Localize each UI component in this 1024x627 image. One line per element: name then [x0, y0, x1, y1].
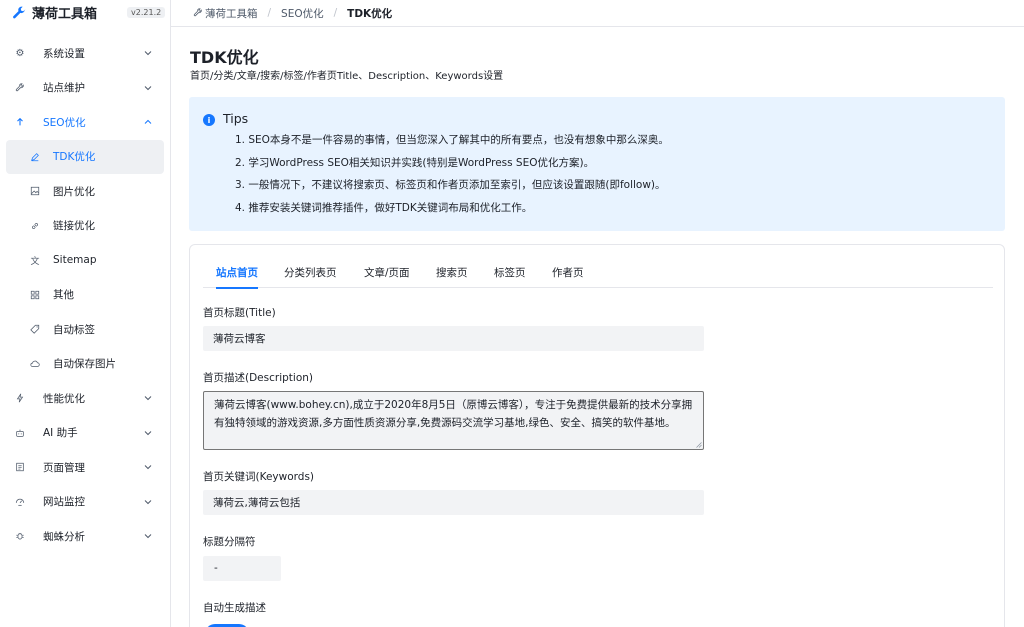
- keywords-input[interactable]: [203, 490, 704, 515]
- sidebar-item-system-settings[interactable]: ⚙ 系统设置: [0, 36, 170, 71]
- tab-bar: 站点首页 分类列表页 文章/页面 搜索页 标签页 作者页: [203, 259, 993, 289]
- sidebar-item-tdk[interactable]: TDK优化: [6, 139, 164, 174]
- sidebar-item-label: 自动标签: [53, 323, 95, 336]
- version-badge: v2.21.2: [127, 7, 166, 18]
- breadcrumb-current: TDK优化: [347, 7, 393, 20]
- resize-handle-icon[interactable]: [696, 442, 702, 448]
- breadcrumb-separator: /: [333, 7, 338, 19]
- translate-icon: 文: [30, 256, 40, 267]
- sidebar-item-label: 系统设置: [43, 47, 85, 60]
- auto-description-label: 自动生成描述: [203, 602, 266, 614]
- tab-author[interactable]: 作者页: [552, 265, 584, 288]
- sidebar-item-site-monitor[interactable]: 网站监控: [0, 485, 170, 520]
- tips-title: Tips: [223, 111, 249, 126]
- breadcrumb-parent[interactable]: SEO优化: [281, 6, 324, 21]
- sidebar-item-other[interactable]: 其他: [0, 278, 170, 313]
- sidebar-item-ai-assistant[interactable]: AI 助手: [0, 416, 170, 451]
- robot-icon: [14, 427, 26, 439]
- tab-home[interactable]: 站点首页: [216, 265, 258, 289]
- gear-icon: ⚙: [15, 47, 25, 59]
- sidebar-item-label: AI 助手: [43, 427, 78, 440]
- sidebar-item-label: 页面管理: [43, 461, 85, 474]
- sidebar-item-label: 链接优化: [53, 220, 95, 233]
- title-input[interactable]: [203, 326, 704, 351]
- info-icon: i: [203, 114, 215, 126]
- tips-item: 3. 一般情况下，不建议将搜索页、标签页和作者页添加至索引，但应该设置跟随(即f…: [235, 179, 666, 191]
- sidebar-item-label: TDK优化: [53, 151, 96, 164]
- arrow-up-icon: [14, 116, 26, 128]
- tab-search[interactable]: 搜索页: [436, 265, 468, 288]
- description-field-label: 首页描述(Description): [203, 372, 313, 384]
- tab-tag[interactable]: 标签页: [494, 265, 526, 288]
- tips-item: 4. 推荐安装关键词推荐插件，做好TDK关键词布局和优化工作。: [235, 201, 533, 214]
- keywords-field-label: 首页关键词(Keywords): [203, 471, 315, 483]
- sidebar-item-label: 图片优化: [53, 185, 95, 198]
- sidebar-item-label: 其他: [53, 289, 74, 302]
- sidebar: 薄荷工具箱 v2.21.2 ⚙ 系统设置 站点维护 SEO优化 TDK优化 图片…: [0, 0, 171, 627]
- pen-icon: [29, 151, 41, 163]
- file-icon: [14, 461, 26, 473]
- chevron-down-icon: [144, 51, 152, 56]
- separator-field-label: 标题分隔符: [203, 536, 256, 548]
- chevron-down-icon: [144, 534, 152, 539]
- description-textarea[interactable]: 薄荷云博客(www.bohey.cn),成立于2020年8月5日（原博云博客），…: [203, 391, 704, 450]
- brand-name: 薄荷工具箱: [32, 7, 98, 22]
- sidebar-item-label: 蜘蛛分析: [43, 530, 85, 543]
- sidebar-item-link-optimize[interactable]: 链接优化: [0, 209, 170, 244]
- wrench-icon: [193, 8, 202, 17]
- monitor-icon: [14, 496, 26, 508]
- bolt-icon: [14, 392, 26, 404]
- breadcrumb: 薄荷工具箱 / SEO优化 / TDK优化: [171, 0, 1024, 27]
- tab-category[interactable]: 分类列表页: [284, 265, 337, 288]
- chevron-down-icon: [144, 499, 152, 504]
- sidebar-item-spider-analysis[interactable]: 蜘蛛分析: [0, 519, 170, 554]
- image-icon: [29, 185, 41, 197]
- sidebar-item-auto-tag[interactable]: 自动标签: [0, 312, 170, 347]
- settings-card: 站点首页 分类列表页 文章/页面 搜索页 标签页 作者页 首页标题(Title)…: [189, 244, 1005, 627]
- sidebar-item-sitemap[interactable]: 文 Sitemap: [0, 243, 170, 278]
- link-icon: [29, 220, 41, 232]
- sidebar-item-label: 自动保存图片: [53, 358, 116, 371]
- sidebar-item-label: 站点维护: [43, 82, 85, 95]
- sidebar-item-seo[interactable]: SEO优化: [0, 105, 170, 140]
- sidebar-item-label: Sitemap: [53, 254, 97, 267]
- tips-alert: i Tips 1. SEO本身不是一件容易的事情，但当您深入了解其中的所有要点，…: [189, 97, 1005, 231]
- cloud-icon: [29, 358, 41, 370]
- sidebar-item-label: 性能优化: [43, 392, 85, 405]
- tab-post-page[interactable]: 文章/页面: [364, 265, 410, 288]
- chevron-down-icon: [144, 430, 152, 435]
- wrench-logo-icon: [13, 6, 26, 18]
- sidebar-item-label: 网站监控: [43, 496, 85, 509]
- brand: 薄荷工具箱 v2.21.2: [0, 0, 170, 25]
- tips-list: 1. SEO本身不是一件容易的事情，但当您深入了解其中的所有要点，也没有想象中那…: [235, 133, 669, 223]
- sidebar-item-image-optimize[interactable]: 图片优化: [0, 174, 170, 209]
- chevron-up-icon: [144, 120, 152, 125]
- chevron-down-icon: [144, 465, 152, 470]
- page-subtitle: 首页/分类/文章/搜索/标签/作者页Title、Description、Keyw…: [190, 71, 504, 82]
- main-content: TDK优化 首页/分类/文章/搜索/标签/作者页Title、Descriptio…: [171, 27, 1024, 627]
- grid-icon: [29, 289, 41, 301]
- tag-icon: [29, 323, 41, 335]
- sidebar-item-auto-save-image[interactable]: 自动保存图片: [0, 347, 170, 382]
- separator-input[interactable]: -: [203, 556, 281, 581]
- chevron-down-icon: [144, 85, 152, 90]
- sidebar-item-page-manage[interactable]: 页面管理: [0, 450, 170, 485]
- sidebar-item-performance[interactable]: 性能优化: [0, 381, 170, 416]
- tips-item: 2. 学习WordPress SEO相关知识并实践(特别是WordPress S…: [235, 156, 595, 169]
- bug-icon: [14, 530, 26, 542]
- sidebar-item-site-maintenance[interactable]: 站点维护: [0, 71, 170, 106]
- sidebar-item-label: SEO优化: [43, 116, 86, 129]
- breadcrumb-separator: /: [267, 7, 272, 19]
- breadcrumb-root[interactable]: 薄荷工具箱: [205, 6, 258, 21]
- wrench-icon: [14, 82, 26, 94]
- title-field-label: 首页标题(Title): [203, 307, 276, 319]
- tips-item: 1. SEO本身不是一件容易的事情，但当您深入了解其中的所有要点，也没有想象中那…: [235, 134, 669, 146]
- page-title: TDK优化: [190, 48, 259, 67]
- chevron-down-icon: [144, 396, 152, 401]
